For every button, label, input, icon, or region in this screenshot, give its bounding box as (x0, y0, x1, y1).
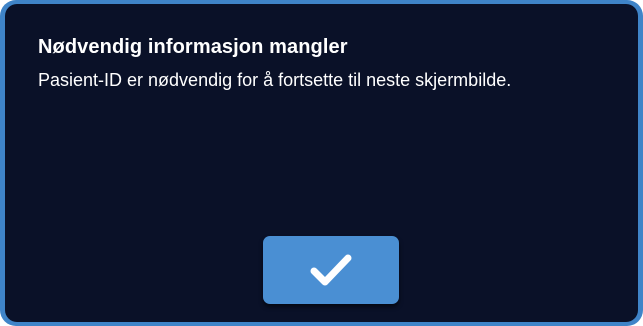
missing-info-dialog: Nødvendig informasjon mangler Pasient-ID… (5, 4, 638, 322)
checkmark-icon (309, 252, 353, 288)
dialog-frame: Nødvendig informasjon mangler Pasient-ID… (0, 0, 643, 326)
confirm-button[interactable] (263, 236, 399, 304)
dialog-message: Pasient-ID er nødvendig for å fortsette … (38, 70, 512, 90)
dialog-title: Nødvendig informasjon mangler (38, 36, 348, 58)
